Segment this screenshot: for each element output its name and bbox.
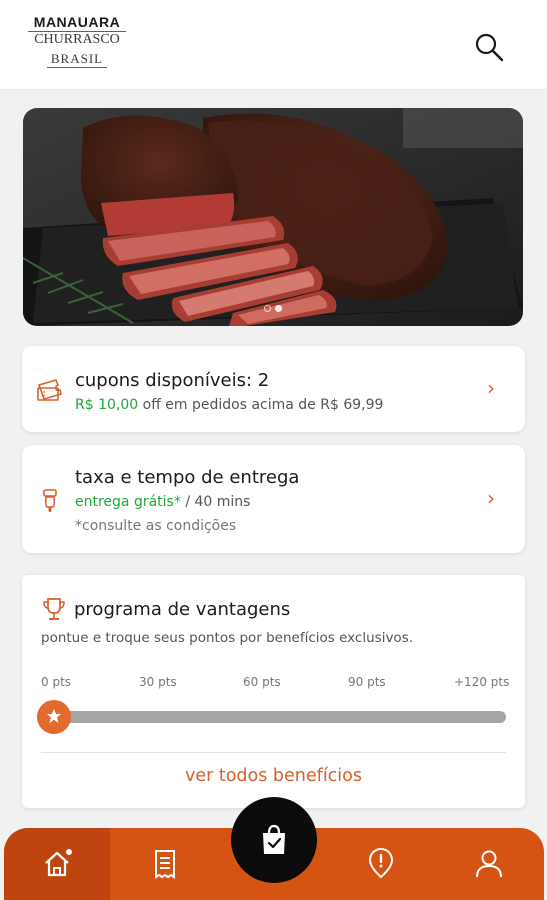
rewards-progress-knob [37,700,71,734]
brand-line-1: MANAUARA [33,14,121,30]
info-icon [368,848,394,879]
shopping-bag-icon [263,824,285,854]
delivery-free-label: entrega grátis* [75,494,181,510]
promo-banner[interactable] [23,108,523,326]
brand-line-3: BRASIL [46,51,108,68]
search-button[interactable] [472,30,506,64]
steak-image [23,108,523,326]
cart-button[interactable] [231,797,317,883]
delivery-subtitle: entrega grátis* / 40 mins [75,494,250,510]
tick-label: 60 pts [243,675,281,689]
rewards-progress-track [48,711,506,723]
carousel-dot-active[interactable] [275,305,282,312]
receipt-icon [155,850,175,879]
rewards-card: programa de vantagens pontue e troque se… [22,575,525,808]
coupons-card[interactable]: cupons disponíveis: 2 R$ 10,00 off em pe… [22,346,525,432]
coupons-title: cupons disponíveis: 2 [75,370,270,391]
user-icon [476,850,502,878]
coupon-condition: off em pedidos acima de R$ 69,99 [142,397,384,413]
home-icon [45,849,72,877]
nav-home[interactable] [4,828,110,900]
delivery-time: / 40 mins [185,494,251,510]
rewards-ticks: 0 pts 30 pts 60 pts 90 pts +120 pts [41,675,510,689]
coupon-discount: R$ 10,00 [75,397,139,413]
nav-orders[interactable] [110,828,220,900]
carousel-dot[interactable] [264,305,271,312]
nav-info[interactable] [328,828,434,900]
divider [41,752,506,753]
carousel-dots [23,297,523,316]
scooter-icon [43,489,57,512]
delivery-card[interactable]: taxa e tempo de entrega entrega grátis* … [22,445,525,553]
rewards-title: programa de vantagens [74,599,291,620]
tick-label: 90 pts [348,675,386,689]
delivery-title: taxa e tempo de entrega [75,467,300,488]
view-all-benefits-link[interactable]: ver todos benefícios [22,766,525,786]
tick-label: 30 pts [139,675,177,689]
nav-profile[interactable] [434,828,544,900]
brand-line-2: CHURRASCO [28,31,126,48]
chevron-right-icon[interactable]: › [487,376,495,400]
tick-label: +120 pts [454,675,510,689]
star-icon [47,709,61,723]
ticket-icon [37,379,62,401]
delivery-note: *consulte as condições [75,518,237,534]
app-header: MANAUARA CHURRASCO BRASIL [0,0,547,90]
trophy-icon [43,598,65,620]
coupons-subtitle: R$ 10,00 off em pedidos acima de R$ 69,9… [75,397,383,413]
search-icon [475,33,504,62]
chevron-right-icon[interactable]: › [487,486,495,510]
rewards-description: pontue e troque seus pontos por benefíci… [41,630,414,646]
brand-logo: MANAUARA CHURRASCO BRASIL [28,14,126,68]
tick-label: 0 pts [41,675,72,689]
